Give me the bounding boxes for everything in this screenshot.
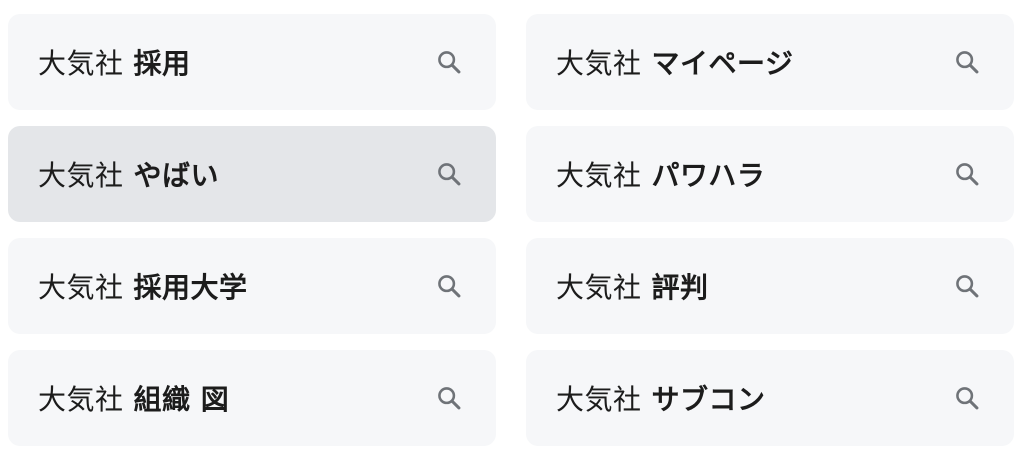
- suggestion-term: 採用: [133, 47, 191, 80]
- suggestion-prefix: 大気社: [38, 159, 124, 192]
- search-icon: [434, 159, 464, 189]
- search-icon: [952, 383, 982, 413]
- suggestion-text: 大気社 パワハラ: [556, 154, 765, 194]
- suggestion-term: やばい: [133, 159, 220, 192]
- search-icon: [952, 47, 982, 77]
- search-icon: [952, 159, 982, 189]
- suggestion-chip[interactable]: 大気社 採用大学: [8, 238, 496, 334]
- suggestion-chip[interactable]: 大気社 パワハラ: [526, 126, 1014, 222]
- suggestion-term: 評判: [651, 271, 709, 304]
- suggestion-prefix: 大気社: [556, 383, 642, 416]
- suggestion-prefix: 大気社: [38, 271, 124, 304]
- suggestion-chip[interactable]: 大気社 評判: [526, 238, 1014, 334]
- suggestion-term: パワハラ: [651, 159, 766, 192]
- suggestion-term: マイページ: [651, 47, 794, 80]
- suggestion-text: 大気社 やばい: [38, 154, 219, 194]
- search-icon: [434, 383, 464, 413]
- search-icon: [434, 47, 464, 77]
- suggestion-term: サブコン: [651, 383, 766, 416]
- suggestion-term: 採用大学: [133, 271, 248, 304]
- suggestion-text: 大気社 組織 図: [38, 378, 229, 418]
- suggestion-term: 組織 図: [133, 383, 230, 416]
- suggestion-prefix: 大気社: [38, 47, 124, 80]
- suggestion-chip[interactable]: 大気社 マイページ: [526, 14, 1014, 110]
- suggestion-prefix: 大気社: [556, 159, 642, 192]
- suggestion-chip[interactable]: 大気社 サブコン: [526, 350, 1014, 446]
- suggestion-prefix: 大気社: [556, 271, 642, 304]
- suggestion-text: 大気社 マイページ: [556, 42, 793, 82]
- suggestion-text: 大気社 採用大学: [38, 266, 248, 306]
- suggestion-text: 大気社 評判: [556, 266, 709, 306]
- suggestion-text: 大気社 サブコン: [556, 378, 766, 418]
- suggestion-chip[interactable]: 大気社 組織 図: [8, 350, 496, 446]
- suggestion-prefix: 大気社: [556, 47, 642, 80]
- suggestion-prefix: 大気社: [38, 383, 124, 416]
- suggestion-chip[interactable]: 大気社 採用: [8, 14, 496, 110]
- search-icon: [952, 271, 982, 301]
- suggestion-text: 大気社 採用: [38, 42, 191, 82]
- suggestion-chip-highlighted[interactable]: 大気社 やばい: [8, 126, 496, 222]
- search-icon: [434, 271, 464, 301]
- related-searches-grid: 大気社 採用 大気社 マイページ 大気社 やばい 大気社 パワハラ 大気社 採用大学: [8, 14, 1014, 446]
